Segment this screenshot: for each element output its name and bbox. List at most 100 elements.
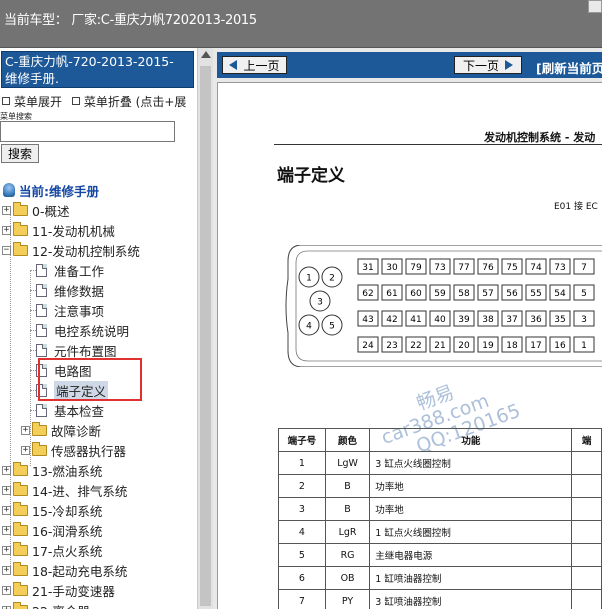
watermark-line: 畅易 [413,381,458,415]
tree-label: 12-发动机控制系统 [32,243,140,259]
grid-pin-label: 16 [554,341,566,351]
grid-pin-label: 21 [434,341,445,351]
expand-plus-icon[interactable]: + [2,525,11,535]
grid-pin-label: 24 [362,341,374,351]
terminal-cell [571,589,602,609]
function-cell: 1 缸点火线圈控制 [369,520,573,544]
grid-pin-label: 5 [581,289,587,299]
tree-label: 准备工作 [54,263,105,279]
manual-title: C-重庆力帆-720-2013-2015- 维修手册. [1,51,194,88]
search-input[interactable] [0,121,175,142]
window-control[interactable] [588,0,602,13]
grid-pin-label: 56 [506,289,518,299]
grid-pin-label: 23 [386,341,397,351]
function-cell: 功率地 [369,474,573,498]
prev-page-button[interactable]: 上一页 [222,56,287,74]
tree-item-cautions[interactable]: 注意事项 [36,300,104,320]
tree-folder-ignition[interactable]: +17-点火系统 [2,540,102,560]
document-icon [36,323,47,337]
scrollbar-thumb[interactable] [200,66,211,606]
document-icon [36,283,47,297]
expand-plus-icon[interactable]: + [2,545,11,555]
tree-folder-lubrication[interactable]: +16-润滑系统 [2,520,102,540]
function-cell: 主继电器电源 [369,543,573,567]
tree-folder-sensors[interactable]: + 传感器执行器 [21,440,126,460]
expand-plus-icon[interactable]: + [21,425,30,435]
tree-item-prep[interactable]: 准备工作 [36,260,104,280]
table-row: 6 OB 1 缸喷油器控制 [278,566,602,590]
grid-pin-label: 19 [482,341,494,351]
col-header-color: 颜色 [324,428,371,452]
refresh-page-link[interactable]: [刷新当前页 [536,58,602,77]
grid-pin-label: 61 [386,289,397,299]
function-cell: 功率地 [369,497,573,521]
folder-icon [13,541,28,556]
sidebar-scrollbar[interactable] [197,48,213,609]
terminal-cell [571,474,602,498]
tree-item-data[interactable]: 维修数据 [36,280,104,300]
menu-expand-link[interactable]: 菜单展开 [14,95,62,109]
doc-section-header: 发动机控制系统 - 发动 [484,131,596,144]
collapse-icon[interactable] [71,97,80,105]
terminal-cell [571,543,602,567]
grid-pin-label: 76 [482,263,494,273]
grid-pin-label: 75 [506,263,517,273]
table-row: 2 B 功率地 [278,474,602,498]
folder-icon [13,461,28,476]
tree-label: 电控系统说明 [54,323,130,339]
tree-folder-fuel[interactable]: +13-燃油系统 [2,460,102,480]
grid-pin-label: 30 [386,263,398,273]
annotation-highlight-box [38,358,142,401]
round-pin-label: 5 [329,322,335,332]
grid-pin-label: 36 [530,315,542,325]
grid-pin-label: 73 [554,263,565,273]
scroll-up-arrow-icon[interactable] [201,51,211,58]
tree-root[interactable]: 当前:维修手册 [3,180,99,200]
grid-pin-label: 40 [434,315,446,325]
grid-pin-label: 42 [386,315,397,325]
expand-plus-icon[interactable]: + [2,485,11,495]
expand-plus-icon[interactable]: + [2,225,11,235]
tree-item-basic-check[interactable]: 基本检查 [36,400,104,420]
manual-icon [3,183,15,197]
pin-cell: 2 [278,474,326,498]
next-page-button[interactable]: 下一页 [454,56,522,74]
page-nav-bar: 上一页 下一页 [刷新当前页 [217,52,602,78]
menu-collapse-link[interactable]: 菜单折叠 (点击+展 [84,95,187,109]
expand-plus-icon[interactable]: + [2,465,11,475]
expand-plus-icon[interactable]: + [2,605,11,609]
tree-folder-manual-trans[interactable]: +21-手动变速器 [2,580,115,600]
folder-icon [32,441,47,456]
tree-label: 11-发动机机械 [32,223,115,239]
arrow-left-icon [229,60,238,70]
tree-folder-engine-control[interactable]: − 12-发动机控制系统 [2,240,140,260]
search-button[interactable]: 搜索 [1,144,39,163]
expand-plus-icon[interactable]: + [21,445,30,455]
expand-icon[interactable] [2,97,10,105]
connector-diagram: 1 234 5 31 30 79 73 77 76 75 74 73 762 61 60 59 58 57 56 5… [285,245,602,367]
expand-plus-icon[interactable]: + [2,205,11,215]
tree-folder-diagnosis[interactable]: + 故障诊断 [21,420,101,440]
tree-folder-clutch[interactable]: +22-离合器 [2,600,90,609]
folder-icon [13,601,28,609]
collapse-minus-icon[interactable]: − [2,245,11,255]
tree-label: 22-离合器 [32,601,90,609]
grid-pin-label: 73 [434,263,445,273]
content-pane: 上一页 下一页 [刷新当前页 发动机控制系统 - 发动 端子定义 E01 接 E… [213,48,602,609]
expand-plus-icon[interactable]: + [2,505,11,515]
tree-folder-engine-mech[interactable]: +11-发动机机械 [2,220,115,240]
tree-label: 14-进、排气系统 [32,483,128,499]
grid-pin-label: 59 [434,289,446,299]
tree-folder-overview[interactable]: +0-概述 [2,200,69,220]
expand-plus-icon[interactable]: + [2,565,11,575]
tree-item-layout[interactable]: 元件布置图 [36,340,117,360]
color-cell: PY [324,589,371,609]
tree-folder-intake[interactable]: +14-进、排气系统 [2,480,127,500]
col-header-pin: 端子号 [278,428,326,452]
tree-folder-cooling[interactable]: +15-冷却系统 [2,500,102,520]
tree-item-ecu-desc[interactable]: 电控系统说明 [36,320,129,340]
tree-folder-starting[interactable]: +18-起动充电系统 [2,560,127,580]
grid-pin-label: 43 [362,315,373,325]
tree-label: 0-概述 [32,203,70,219]
expand-plus-icon[interactable]: + [2,585,11,595]
